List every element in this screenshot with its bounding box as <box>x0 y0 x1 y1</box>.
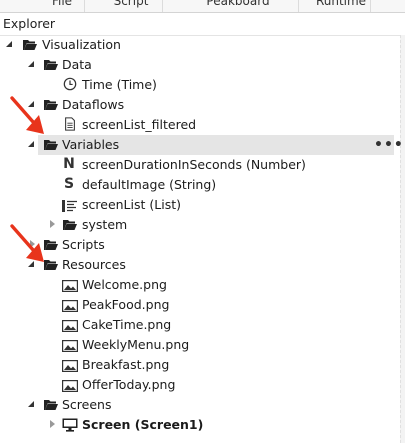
image-icon <box>62 380 78 393</box>
tree-label: Screens <box>62 397 112 412</box>
image-icon <box>62 280 78 293</box>
collapsed-arrow-icon[interactable] <box>50 420 55 428</box>
tree-label: OfferToday.png <box>82 377 176 392</box>
tree-label: PeakFood.png <box>82 297 170 312</box>
explorer-header: Explorer <box>0 12 405 36</box>
tree-label: screenList_filtered <box>82 117 197 132</box>
annotation-arrow-variables <box>10 96 44 134</box>
tree-item-screenlist-filtered[interactable]: screenList_filtered <box>0 115 401 135</box>
explorer-title: Explorer <box>3 16 56 31</box>
tree-item-dataflows[interactable]: Dataflows <box>0 95 401 115</box>
annotation-arrow-resources <box>10 224 44 262</box>
document-icon <box>65 117 75 131</box>
tree-label: Time (Time) <box>82 77 157 92</box>
tree-item-resources[interactable]: Resources <box>0 255 401 275</box>
open-folder-icon <box>44 140 58 150</box>
tree-item-resource[interactable]: Breakfast.png <box>0 355 401 375</box>
string-type-icon: S <box>63 176 75 192</box>
tree-label: WeeklyMenu.png <box>82 337 190 352</box>
tree-label: Scripts <box>62 237 105 252</box>
open-folder-icon <box>63 220 77 230</box>
tree-item-variable-list[interactable]: screenList (List) <box>0 195 401 215</box>
image-icon <box>62 340 78 353</box>
tree-item-system[interactable]: system <box>0 215 401 235</box>
tree-item-variable-number[interactable]: N screenDurationInSeconds (Number) <box>0 155 401 175</box>
tree-label: Visualization <box>42 37 121 52</box>
clock-icon <box>63 77 77 91</box>
collapsed-arrow-icon[interactable] <box>50 220 55 228</box>
tree-item-resource[interactable]: CakeTime.png <box>0 315 401 335</box>
tree-item-visualization[interactable]: Visualization <box>0 35 401 55</box>
tree-item-resource[interactable]: PeakFood.png <box>0 295 401 315</box>
expanded-arrow-icon[interactable] <box>28 141 34 147</box>
menu-tab-runtime[interactable]: Runtime <box>312 0 371 12</box>
open-folder-icon <box>44 60 58 70</box>
tree-label: Variables <box>62 137 120 152</box>
image-icon <box>62 320 78 333</box>
tree-item-resource[interactable]: OfferToday.png <box>0 375 401 395</box>
monitor-icon <box>62 418 78 432</box>
image-icon <box>62 360 78 373</box>
tree-item-variables[interactable]: Variables ••• <box>0 135 404 155</box>
menu-tab-file[interactable]: File <box>40 0 85 12</box>
tree-label: Data <box>62 57 92 72</box>
tree-item-time[interactable]: Time (Time) <box>0 75 401 95</box>
tree-item-scripts[interactable]: Scripts <box>0 235 401 255</box>
more-options-icon[interactable]: ••• <box>374 137 404 153</box>
menu-tab-peakboard[interactable]: Peakboard <box>178 0 299 12</box>
top-menu-bar: File Script Peakboard Runtime <box>0 0 405 12</box>
open-folder-icon <box>23 40 37 50</box>
tree-label: Screen (Screen1) <box>82 417 204 432</box>
tree-item-screens[interactable]: Screens <box>0 395 401 415</box>
tree-item-variable-string[interactable]: S defaultImage (String) <box>0 175 401 195</box>
number-type-icon: N <box>63 156 75 172</box>
image-icon <box>62 300 78 313</box>
tree-item-resource[interactable]: WeeklyMenu.png <box>0 335 401 355</box>
tree-label: Breakfast.png <box>82 357 170 372</box>
tree-item-data[interactable]: Data <box>0 55 401 75</box>
menu-tab-script[interactable]: Script <box>100 0 163 12</box>
expanded-arrow-icon[interactable] <box>28 61 34 67</box>
tree-label: Resources <box>62 257 126 272</box>
tree-label: CakeTime.png <box>82 317 172 332</box>
list-icon <box>62 200 77 212</box>
expanded-arrow-icon[interactable] <box>6 41 12 47</box>
open-folder-icon <box>44 400 58 410</box>
tree-item-resource[interactable]: Welcome.png <box>0 275 401 295</box>
tree-item-screen1[interactable]: Screen (Screen1) <box>0 415 401 435</box>
tree-label: screenList (List) <box>82 197 181 212</box>
tree-label: system <box>82 217 128 232</box>
tree-label: Dataflows <box>62 97 125 112</box>
tree-label: Welcome.png <box>82 277 167 292</box>
tree-label: screenDurationInSeconds (Number) <box>82 157 306 172</box>
expanded-arrow-icon[interactable] <box>28 401 34 407</box>
tree-label: defaultImage (String) <box>82 177 217 192</box>
